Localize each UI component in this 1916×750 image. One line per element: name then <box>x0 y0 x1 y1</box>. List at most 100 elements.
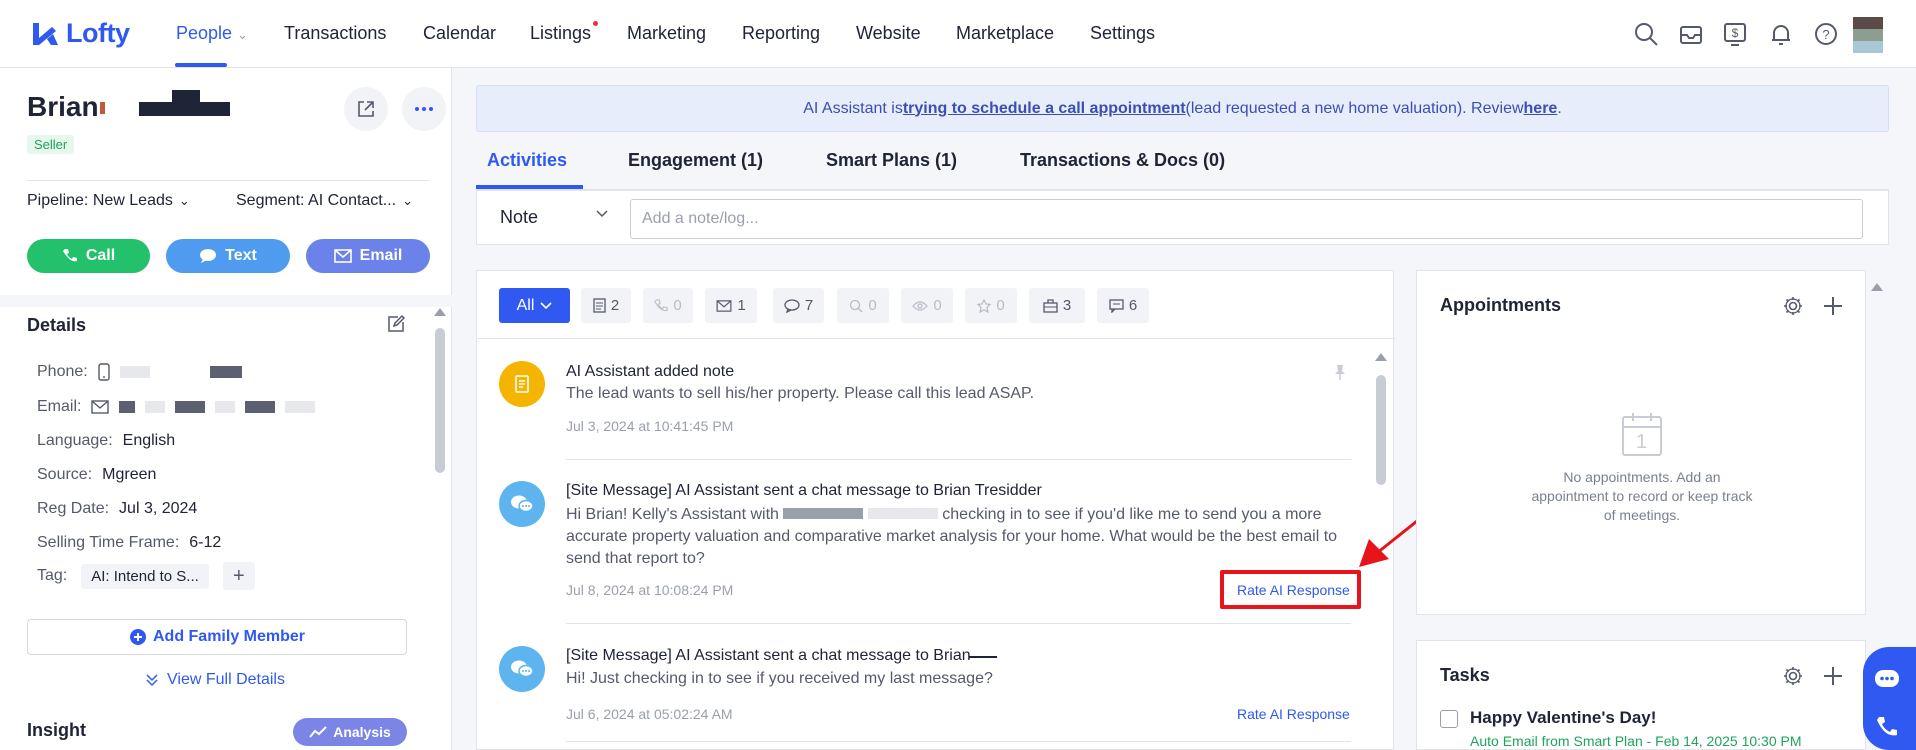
appointments-title: Appointments <box>1440 295 1561 315</box>
dollar-icon[interactable]: $ <box>1722 21 1748 47</box>
filter-notes[interactable]: 2 <box>581 288 631 323</box>
task-checkbox[interactable] <box>1440 710 1458 728</box>
nav-marketplace[interactable]: Marketplace <box>956 23 1054 44</box>
edit-icon[interactable] <box>386 314 406 334</box>
nav-calendar[interactable]: Calendar <box>423 23 496 44</box>
filter-transactions[interactable]: 3 <box>1029 288 1085 323</box>
tasks-panel: Tasks Happy Valentine's Day! Auto Email … <box>1416 640 1866 750</box>
text-button[interactable]: Text <box>166 239 290 273</box>
share-button[interactable] <box>344 87 388 131</box>
segment-dropdown[interactable]: Segment: AI Contact... ⌄ <box>236 192 413 210</box>
left-panel-scrollbar[interactable] <box>435 328 445 473</box>
language-row: Language: English <box>37 432 175 450</box>
nav-settings[interactable]: Settings <box>1090 23 1155 44</box>
nav-transactions[interactable]: Transactions <box>284 23 386 44</box>
section-separator <box>0 295 452 307</box>
filter-texts-count: 7 <box>804 297 814 314</box>
add-family-member-button[interactable]: Add Family Member <box>27 619 407 655</box>
selling-time-value: 6-12 <box>189 534 222 551</box>
divider <box>566 741 1351 742</box>
filter-favorites[interactable]: 0 <box>965 288 1017 323</box>
add-appointment-icon[interactable] <box>1822 295 1844 317</box>
nav-people[interactable]: People ⌄ <box>176 23 248 44</box>
activity-body: Hi! Just checking in to see if you recei… <box>566 670 993 687</box>
lead-profile-panel: Brian Seller Pipeline: New Leads ⌄ Segmen… <box>0 68 452 750</box>
activity-scrollbar[interactable] <box>1376 375 1386 485</box>
source-label: Source: <box>37 466 93 483</box>
title-redaction <box>969 656 997 658</box>
phone-row: Phone: <box>37 363 242 381</box>
note-icon <box>499 361 545 407</box>
filter-calls[interactable]: 0 <box>643 288 693 323</box>
filter-emails[interactable]: 1 <box>705 288 757 323</box>
filter-searches[interactable]: 0 <box>837 288 889 323</box>
activity-body-part: Hi Brian! Kelly's Assistant with <box>566 506 779 523</box>
external-link-icon <box>358 101 374 117</box>
tag-chip[interactable]: AI: Intend to S... <box>81 563 209 589</box>
email-button[interactable]: Email <box>306 239 430 273</box>
scroll-up-arrow[interactable] <box>1871 283 1883 291</box>
add-task-icon[interactable] <box>1822 665 1844 687</box>
nav-marketing[interactable]: Marketing <box>627 23 706 44</box>
tab-engagement[interactable]: Engagement (1) <box>628 150 763 171</box>
add-tag-button[interactable]: + <box>222 562 255 590</box>
gear-icon[interactable] <box>1782 295 1804 317</box>
note-composer: Note <box>476 190 1889 245</box>
pipeline-dropdown[interactable]: Pipeline: New Leads ⌄ <box>27 192 190 210</box>
nav-reporting[interactable]: Reporting <box>742 23 820 44</box>
activity-body: Hi Brian! Kelly's Assistant with checkin… <box>566 504 1351 570</box>
activity-item: [Site Message] AI Assistant sent a chat … <box>499 646 1351 726</box>
lofty-logo[interactable]: Lofty <box>30 18 130 49</box>
filter-calls-count: 0 <box>673 297 682 314</box>
filter-messages[interactable]: 6 <box>1097 288 1149 323</box>
support-chat-button[interactable] <box>1863 647 1916 750</box>
filter-texts[interactable]: 7 <box>773 288 824 323</box>
call-button[interactable]: Call <box>27 239 150 273</box>
scroll-up-arrow[interactable] <box>1375 353 1387 361</box>
user-avatar[interactable] <box>1853 17 1883 53</box>
email-redaction <box>145 401 166 413</box>
details-title: Details <box>27 315 87 335</box>
filter-all-button[interactable]: All <box>499 288 570 323</box>
note-input[interactable] <box>630 199 1863 239</box>
view-full-details-link[interactable]: View Full Details <box>145 671 285 689</box>
svg-text:?: ? <box>1822 27 1829 42</box>
phone-icon <box>654 298 668 311</box>
pin-icon[interactable] <box>1331 363 1349 381</box>
segment-label: Segment: AI Contact... <box>236 192 397 209</box>
search-icon[interactable] <box>1633 21 1659 47</box>
tab-transactions-docs[interactable]: Transactions & Docs (0) <box>1020 150 1225 171</box>
banner-schedule-link[interactable]: trying to schedule a call appointment <box>903 100 1186 118</box>
note-type-select[interactable]: Note <box>500 207 538 228</box>
inbox-icon[interactable] <box>1678 21 1704 47</box>
document-icon <box>593 298 606 313</box>
notification-dot <box>593 21 598 26</box>
tab-activities[interactable]: Activities <box>487 150 567 171</box>
scroll-up-arrow[interactable] <box>434 308 446 316</box>
nav-website[interactable]: Website <box>856 23 921 44</box>
source-row: Source: Mgreen <box>37 466 156 484</box>
activity-time: Jul 8, 2024 at 10:08:24 PM <box>566 582 734 598</box>
plus-circle-icon <box>129 629 146 645</box>
lead-tabs: Activities Engagement (1) Smart Plans (1… <box>476 140 1889 190</box>
tab-smart-plans[interactable]: Smart Plans (1) <box>826 150 957 171</box>
chevron-down-icon: ⌄ <box>178 193 190 208</box>
rate-ai-response-link[interactable]: Rate AI Response <box>1237 706 1350 722</box>
tasks-title: Tasks <box>1440 665 1490 685</box>
chat-message-icon <box>499 481 545 527</box>
chevron-down-icon[interactable] <box>595 209 609 219</box>
help-icon[interactable]: ? <box>1813 21 1839 47</box>
chat-bubble-icon <box>200 249 217 263</box>
tag-label: Tag: <box>37 567 68 584</box>
analysis-button[interactable]: Analysis <box>293 718 407 746</box>
message-icon <box>1109 298 1124 313</box>
gear-icon[interactable] <box>1782 665 1804 687</box>
banner-here-link[interactable]: here <box>1524 100 1558 118</box>
task-title[interactable]: Happy Valentine's Day! <box>1470 708 1656 728</box>
more-options-button[interactable] <box>402 87 446 131</box>
lofty-logo-icon <box>33 22 58 45</box>
nav-listings[interactable]: Listings <box>530 23 591 44</box>
filter-views[interactable]: 0 <box>901 288 953 323</box>
double-chevron-down-icon <box>146 674 158 687</box>
bell-icon[interactable] <box>1768 21 1794 47</box>
